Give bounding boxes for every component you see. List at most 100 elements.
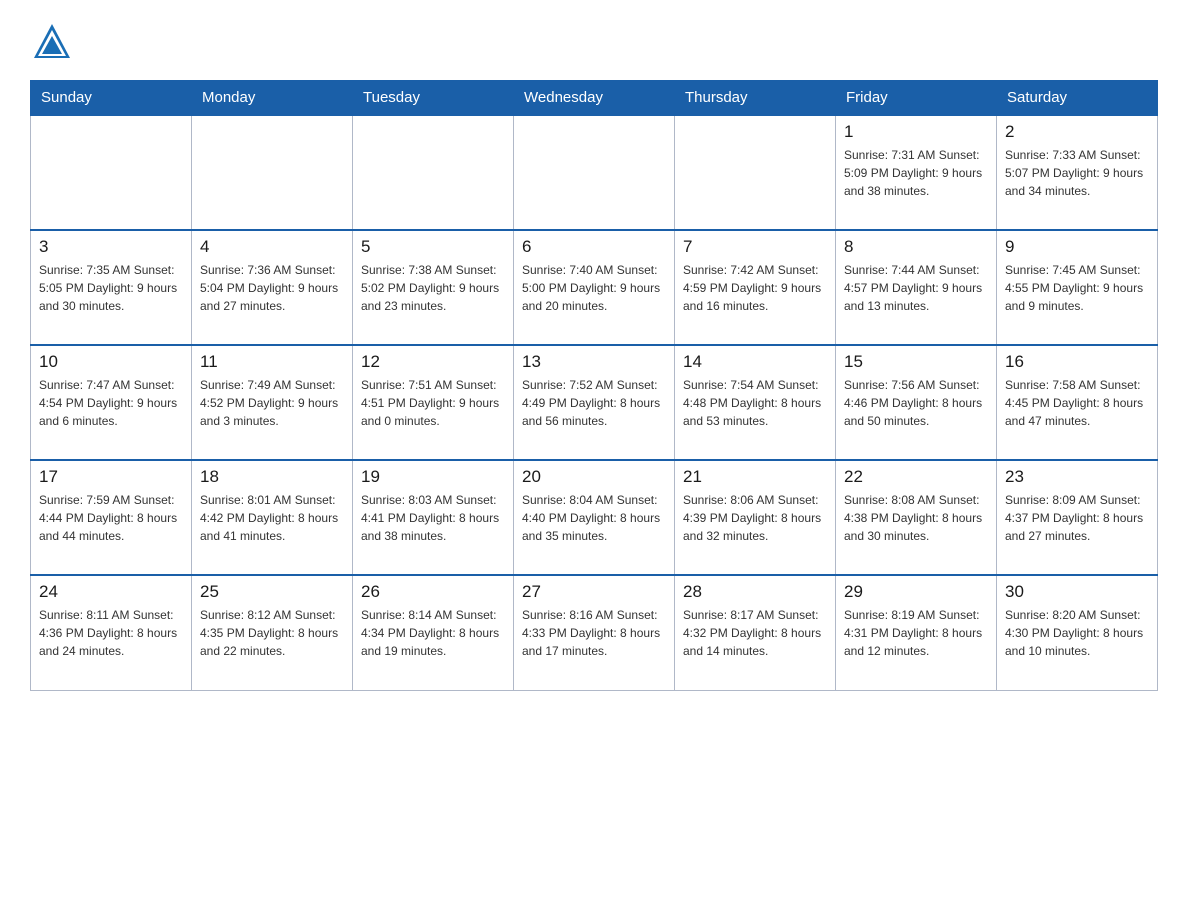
day-info: Sunrise: 8:14 AM Sunset: 4:34 PM Dayligh… [361,606,505,660]
day-info: Sunrise: 7:51 AM Sunset: 4:51 PM Dayligh… [361,376,505,430]
day-number: 20 [522,467,666,487]
day-cell: 3 Sunrise: 7:35 AM Sunset: 5:05 PM Daylig… [31,230,192,345]
col-header-monday: Monday [192,81,353,116]
day-info: Sunrise: 8:17 AM Sunset: 4:32 PM Dayligh… [683,606,827,660]
day-cell: 30Sunrise: 8:20 AM Sunset: 4:30 PM Dayli… [997,575,1158,690]
day-cell: 21Sunrise: 8:06 AM Sunset: 4:39 PM Dayli… [675,460,836,575]
day-info: Sunrise: 7:33 AM Sunset: 5:07 PM Dayligh… [1005,146,1149,200]
day-cell: 9 Sunrise: 7:45 AM Sunset: 4:55 PM Daylig… [997,230,1158,345]
day-cell [192,115,353,230]
day-cell [31,115,192,230]
day-cell: 10 Sunrise: 7:47 AM Sunset: 4:54 PM Dayli… [31,345,192,460]
logo-icon [30,20,74,64]
day-cell: 22Sunrise: 8:08 AM Sunset: 4:38 PM Dayli… [836,460,997,575]
day-cell: 27 Sunrise: 8:16 AM Sunset: 4:33 PM Dayli… [514,575,675,690]
day-number: 13 [522,352,666,372]
day-number: 3 [39,237,183,257]
col-header-sunday: Sunday [31,81,192,116]
col-header-friday: Friday [836,81,997,116]
day-info: Sunrise: 7:49 AM Sunset: 4:52 PM Dayligh… [200,376,344,430]
day-number: 25 [200,582,344,602]
day-cell: 15 Sunrise: 7:56 AM Sunset: 4:46 PM Dayli… [836,345,997,460]
day-info: Sunrise: 7:35 AM Sunset: 5:05 PM Dayligh… [39,261,183,315]
logo [30,20,80,64]
week-row-2: 3 Sunrise: 7:35 AM Sunset: 5:05 PM Daylig… [31,230,1158,345]
day-info: Sunrise: 7:54 AM Sunset: 4:48 PM Dayligh… [683,376,827,430]
day-cell: 29Sunrise: 8:19 AM Sunset: 4:31 PM Dayli… [836,575,997,690]
day-info: Sunrise: 8:08 AM Sunset: 4:38 PM Dayligh… [844,491,988,545]
week-row-4: 17 Sunrise: 7:59 AM Sunset: 4:44 PM Dayli… [31,460,1158,575]
page-header [30,20,1158,64]
day-number: 15 [844,352,988,372]
day-number: 6 [522,237,666,257]
calendar-header-row: SundayMondayTuesdayWednesdayThursdayFrid… [31,81,1158,116]
week-row-1: 1 Sunrise: 7:31 AM Sunset: 5:09 PM Daylig… [31,115,1158,230]
day-info: Sunrise: 7:44 AM Sunset: 4:57 PM Dayligh… [844,261,988,315]
day-cell: 17 Sunrise: 7:59 AM Sunset: 4:44 PM Dayli… [31,460,192,575]
day-info: Sunrise: 8:01 AM Sunset: 4:42 PM Dayligh… [200,491,344,545]
day-number: 16 [1005,352,1149,372]
day-number: 2 [1005,122,1149,142]
day-cell: 20 Sunrise: 8:04 AM Sunset: 4:40 PM Dayli… [514,460,675,575]
day-cell: 6 Sunrise: 7:40 AM Sunset: 5:00 PM Daylig… [514,230,675,345]
day-info: Sunrise: 7:47 AM Sunset: 4:54 PM Dayligh… [39,376,183,430]
day-info: Sunrise: 8:11 AM Sunset: 4:36 PM Dayligh… [39,606,183,660]
day-info: Sunrise: 8:20 AM Sunset: 4:30 PM Dayligh… [1005,606,1149,660]
day-info: Sunrise: 7:56 AM Sunset: 4:46 PM Dayligh… [844,376,988,430]
day-cell: 23 Sunrise: 8:09 AM Sunset: 4:37 PM Dayli… [997,460,1158,575]
week-row-3: 10 Sunrise: 7:47 AM Sunset: 4:54 PM Dayli… [31,345,1158,460]
day-info: Sunrise: 7:40 AM Sunset: 5:00 PM Dayligh… [522,261,666,315]
day-number: 7 [683,237,827,257]
day-cell: 24 Sunrise: 8:11 AM Sunset: 4:36 PM Dayli… [31,575,192,690]
day-cell: 25 Sunrise: 8:12 AM Sunset: 4:35 PM Dayli… [192,575,353,690]
day-info: Sunrise: 7:36 AM Sunset: 5:04 PM Dayligh… [200,261,344,315]
col-header-saturday: Saturday [997,81,1158,116]
day-cell: 5 Sunrise: 7:38 AM Sunset: 5:02 PM Daylig… [353,230,514,345]
day-cell: 14 Sunrise: 7:54 AM Sunset: 4:48 PM Dayli… [675,345,836,460]
day-info: Sunrise: 7:45 AM Sunset: 4:55 PM Dayligh… [1005,261,1149,315]
day-number: 10 [39,352,183,372]
day-cell [353,115,514,230]
day-info: Sunrise: 7:52 AM Sunset: 4:49 PM Dayligh… [522,376,666,430]
day-info: Sunrise: 7:31 AM Sunset: 5:09 PM Dayligh… [844,146,988,200]
day-info: Sunrise: 7:38 AM Sunset: 5:02 PM Dayligh… [361,261,505,315]
day-number: 5 [361,237,505,257]
day-info: Sunrise: 7:59 AM Sunset: 4:44 PM Dayligh… [39,491,183,545]
col-header-tuesday: Tuesday [353,81,514,116]
day-number: 9 [1005,237,1149,257]
day-cell: 8 Sunrise: 7:44 AM Sunset: 4:57 PM Daylig… [836,230,997,345]
day-number: 26 [361,582,505,602]
day-cell: 4 Sunrise: 7:36 AM Sunset: 5:04 PM Daylig… [192,230,353,345]
day-info: Sunrise: 8:12 AM Sunset: 4:35 PM Dayligh… [200,606,344,660]
day-cell: 16 Sunrise: 7:58 AM Sunset: 4:45 PM Dayli… [997,345,1158,460]
day-cell: 7Sunrise: 7:42 AM Sunset: 4:59 PM Daylig… [675,230,836,345]
day-info: Sunrise: 8:04 AM Sunset: 4:40 PM Dayligh… [522,491,666,545]
day-cell: 1 Sunrise: 7:31 AM Sunset: 5:09 PM Daylig… [836,115,997,230]
day-number: 24 [39,582,183,602]
col-header-wednesday: Wednesday [514,81,675,116]
day-cell: 19Sunrise: 8:03 AM Sunset: 4:41 PM Dayli… [353,460,514,575]
day-info: Sunrise: 8:09 AM Sunset: 4:37 PM Dayligh… [1005,491,1149,545]
calendar-table: SundayMondayTuesdayWednesdayThursdayFrid… [30,80,1158,691]
day-number: 27 [522,582,666,602]
day-number: 28 [683,582,827,602]
day-number: 12 [361,352,505,372]
week-row-5: 24 Sunrise: 8:11 AM Sunset: 4:36 PM Dayli… [31,575,1158,690]
day-number: 4 [200,237,344,257]
day-number: 1 [844,122,988,142]
day-number: 19 [361,467,505,487]
day-cell [675,115,836,230]
day-number: 11 [200,352,344,372]
day-cell: 11 Sunrise: 7:49 AM Sunset: 4:52 PM Dayli… [192,345,353,460]
day-number: 29 [844,582,988,602]
day-info: Sunrise: 8:16 AM Sunset: 4:33 PM Dayligh… [522,606,666,660]
day-cell: 28 Sunrise: 8:17 AM Sunset: 4:32 PM Dayli… [675,575,836,690]
day-number: 17 [39,467,183,487]
day-cell [514,115,675,230]
day-number: 8 [844,237,988,257]
day-number: 14 [683,352,827,372]
day-cell: 2 Sunrise: 7:33 AM Sunset: 5:07 PM Daylig… [997,115,1158,230]
day-info: Sunrise: 7:58 AM Sunset: 4:45 PM Dayligh… [1005,376,1149,430]
day-number: 23 [1005,467,1149,487]
day-info: Sunrise: 8:06 AM Sunset: 4:39 PM Dayligh… [683,491,827,545]
